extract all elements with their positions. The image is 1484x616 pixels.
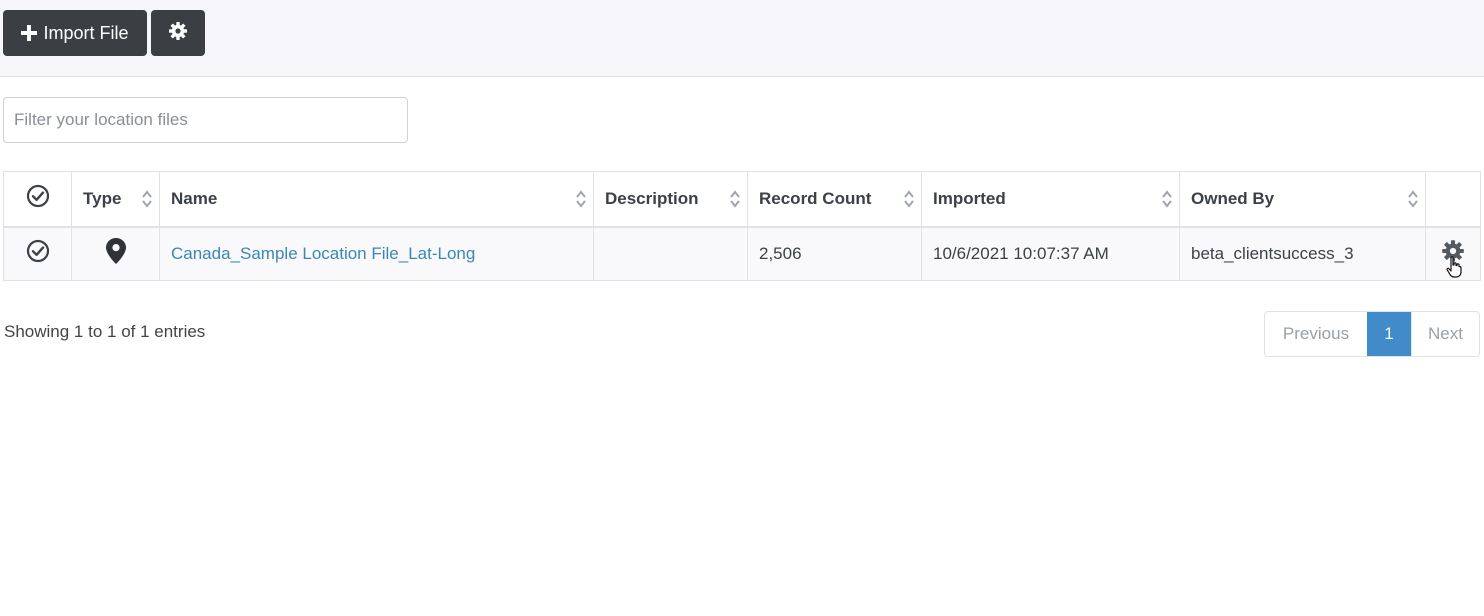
table-row[interactable]: Canada_Sample Location File_Lat-Long 2,5…	[3, 226, 1481, 281]
toolbar: Import File	[0, 0, 1484, 77]
row-actions-cell[interactable]	[1425, 226, 1481, 281]
column-label-imported: Imported	[933, 188, 1006, 208]
column-header-imported[interactable]: Imported	[921, 171, 1180, 228]
column-header-type[interactable]: Type	[71, 171, 160, 228]
column-label-description: Description	[605, 188, 699, 208]
sort-icon	[1162, 190, 1172, 208]
type-cell	[71, 226, 160, 281]
column-header-owned-by[interactable]: Owned By	[1179, 171, 1426, 228]
column-label-record-count: Record Count	[759, 188, 872, 208]
check-circle-icon[interactable]	[26, 185, 50, 212]
column-header-actions	[1425, 171, 1481, 228]
sort-icon	[904, 190, 914, 208]
file-name-link[interactable]: Canada_Sample Location File_Lat-Long	[171, 244, 475, 263]
page-1-button[interactable]: 1	[1367, 312, 1411, 356]
check-circle-icon[interactable]	[26, 240, 50, 267]
previous-page-button[interactable]: Previous	[1265, 312, 1367, 356]
column-header-description[interactable]: Description	[593, 171, 748, 228]
filter-input[interactable]	[3, 97, 408, 143]
record-count-cell: 2,506	[747, 226, 922, 281]
column-label-owned-by: Owned By	[1191, 188, 1275, 208]
description-cell	[593, 226, 748, 281]
map-pin-icon	[105, 238, 126, 268]
sort-icon	[142, 190, 152, 208]
plus-icon	[21, 25, 38, 41]
column-label-type: Type	[83, 188, 122, 208]
owned-by-cell: beta_clientsuccess_3	[1179, 226, 1426, 281]
table-header-row: Type Name Description Record Count Impor…	[3, 171, 1481, 228]
gear-icon	[168, 21, 188, 46]
column-label-name: Name	[171, 188, 218, 208]
select-all-header[interactable]	[3, 171, 72, 228]
imported-cell: 10/6/2021 10:07:37 AM	[921, 226, 1180, 281]
name-cell: Canada_Sample Location File_Lat-Long	[159, 226, 594, 281]
sort-icon	[576, 190, 586, 208]
sort-icon	[730, 190, 740, 208]
table-info: Showing 1 to 1 of 1 entries	[4, 322, 206, 341]
pagination: Previous 1 Next	[1264, 311, 1480, 357]
column-header-name[interactable]: Name	[159, 171, 594, 228]
location-files-table: Type Name Description Record Count Impor…	[3, 171, 1481, 281]
hand-cursor-icon	[1446, 255, 1462, 280]
next-page-button[interactable]: Next	[1411, 312, 1479, 356]
toolbar-settings-button[interactable]	[151, 10, 205, 56]
row-select-cell[interactable]	[3, 226, 72, 281]
sort-icon	[1408, 190, 1418, 208]
import-file-label: Import File	[43, 22, 129, 43]
import-file-button[interactable]: Import File	[3, 10, 147, 56]
column-header-record-count[interactable]: Record Count	[747, 171, 922, 228]
